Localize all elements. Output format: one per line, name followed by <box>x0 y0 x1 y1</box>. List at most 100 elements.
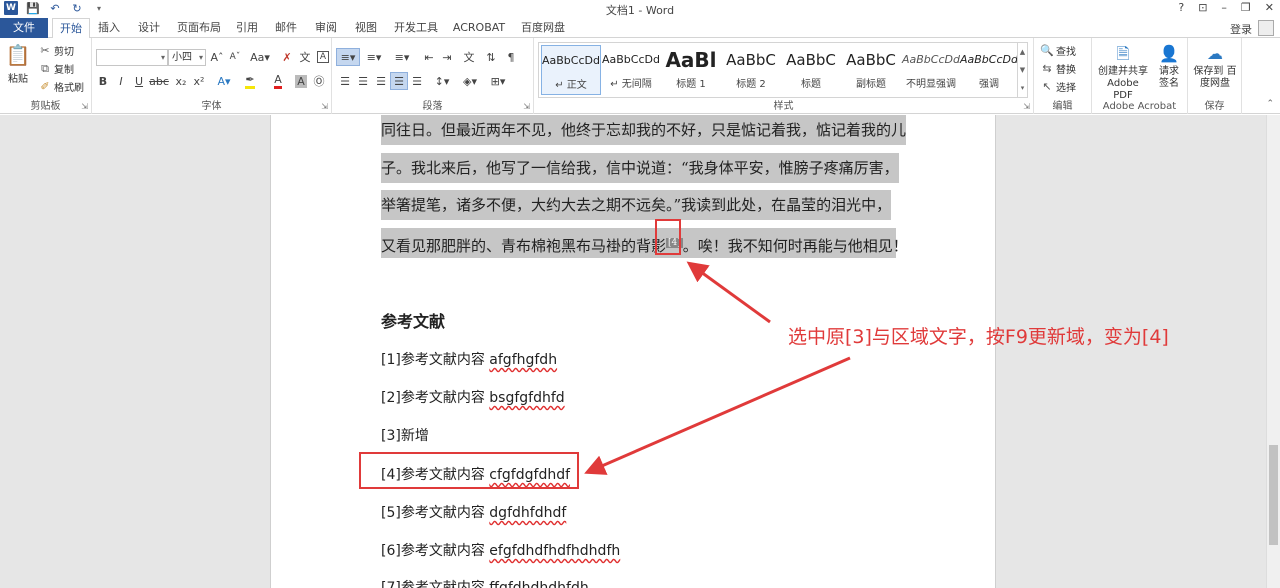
scrollbar-thumb[interactable] <box>1269 445 1278 545</box>
tab-file[interactable]: 文件 <box>0 18 48 38</box>
dialog-launcher-icon[interactable]: ⇲ <box>321 102 328 111</box>
vertical-scrollbar[interactable] <box>1266 115 1280 588</box>
grow-font-button[interactable]: Aˆ <box>208 48 226 66</box>
paragraph-line[interactable]: 子。我北来后，他写了一信给我，信中说道：“我身体平安，惟膀子疼痛厉害， <box>381 153 899 183</box>
format-painter-label: 格式刷 <box>54 83 84 94</box>
font-name-combo[interactable]: ▾ <box>96 49 168 66</box>
style-no-spacing[interactable]: AaBbCcDd ↵ 无间隔 <box>601 45 661 95</box>
tab-references[interactable]: 引用 <box>234 18 260 38</box>
multilevel-button[interactable]: ≡▾ <box>390 48 414 66</box>
decrease-indent-button[interactable]: ⇤ <box>420 48 438 66</box>
ribbon-display-button[interactable]: ⊡ <box>1198 1 1207 14</box>
align-left-button[interactable]: ☰ <box>336 72 354 90</box>
chinese-layout-button[interactable]: 文 <box>460 48 478 66</box>
tab-insert[interactable]: 插入 <box>94 18 124 38</box>
reference-item[interactable]: [2]参考文献内容 bsgfgfdhfd <box>381 387 565 407</box>
italic-button[interactable]: I <box>112 72 130 90</box>
close-button[interactable]: ✕ <box>1265 1 1274 14</box>
line-spacing-button[interactable]: ↕▾ <box>430 72 454 90</box>
char-shading-button[interactable]: A <box>292 72 310 90</box>
underline-button[interactable]: U <box>130 72 148 90</box>
collapse-ribbon-icon[interactable]: ⌃ <box>1266 99 1274 109</box>
bullets-button[interactable]: ≡▾ <box>336 48 360 66</box>
paste-button[interactable]: 📋 粘贴 <box>6 42 31 85</box>
reference-item[interactable]: [5]参考文献内容 dgfdhfdhdf <box>381 502 566 522</box>
paragraph-line-with-field[interactable]: 又看见那肥胖的、青布棉袍黑布马褂的背影 [4] 。唉！我不知何时再能与他相见！ <box>381 228 908 258</box>
more-icon[interactable]: ▾ <box>1018 79 1027 97</box>
tab-design[interactable]: 设计 <box>134 18 164 38</box>
tab-review[interactable]: 审阅 <box>312 18 340 38</box>
paragraph-line[interactable]: 同往日。但最近两年不见，他终于忘却我的不好，只是惦记着我，惦记着我的儿 <box>381 115 907 145</box>
cloud-icon: ☁ <box>1207 44 1223 63</box>
align-center-button[interactable]: ☰ <box>354 72 372 90</box>
paragraph-line[interactable]: 举箸提笔，诸多不便，大约大去之期不远矣。”我读到此处，在晶莹的泪光中， <box>381 190 892 220</box>
text-effects-button[interactable]: A▾ <box>212 72 236 90</box>
style-emphasis[interactable]: AaBbCcDd 强调 <box>959 45 1019 95</box>
style-subtitle[interactable]: AaBbC 副标题 <box>841 45 901 95</box>
style-title[interactable]: AaBbC 标题 <box>781 45 841 95</box>
minimize-button[interactable]: – <box>1221 1 1227 14</box>
bold-button[interactable]: B <box>94 72 112 90</box>
align-right-button[interactable]: ☰ <box>372 72 390 90</box>
superscript-button[interactable]: x² <box>190 72 208 90</box>
tab-developer[interactable]: 开发工具 <box>392 18 440 38</box>
reference-item[interactable]: [3]新增 <box>381 425 429 445</box>
restore-button[interactable]: ❐ <box>1241 1 1251 14</box>
find-button[interactable]: 🔍 查找 <box>1040 43 1076 58</box>
increase-indent-button[interactable]: ⇥ <box>438 48 456 66</box>
style-normal[interactable]: AaBbCcDd ↵ 正文 <box>541 45 601 95</box>
enclose-char-button[interactable]: Ⓞ <box>310 72 328 90</box>
tab-baidu[interactable]: 百度网盘 <box>518 18 568 38</box>
distributed-button[interactable]: ☰ <box>408 72 426 90</box>
clear-format-button[interactable]: ✗ <box>278 48 296 66</box>
style-heading-1[interactable]: AaBl 标题 1 <box>661 45 721 95</box>
borders-button[interactable]: ⊞▾ <box>486 72 510 90</box>
dialog-launcher-icon[interactable]: ⇲ <box>1023 102 1030 111</box>
create-pdf-button[interactable]: 🗎 创建并共享 Adobe PDF <box>1096 44 1150 102</box>
tab-acrobat[interactable]: ACROBAT <box>450 18 508 38</box>
styles-scroll[interactable]: ▲ ▼ ▾ <box>1017 43 1027 97</box>
phonetic-button[interactable]: 文 <box>296 48 314 66</box>
reference-item[interactable]: [6]参考文献内容 efgfdhdfhdfhdhdfh <box>381 540 620 560</box>
help-button[interactable]: ? <box>1178 1 1184 14</box>
tab-mailings[interactable]: 邮件 <box>272 18 300 38</box>
chinese-layout-icon: 文 <box>463 51 475 64</box>
dialog-launcher-icon[interactable]: ⇲ <box>81 102 88 111</box>
login-link[interactable]: 登录 <box>1230 21 1252 37</box>
show-marks-button[interactable]: ¶ <box>502 48 520 66</box>
subscript-button[interactable]: x₂ <box>172 72 190 90</box>
avatar[interactable] <box>1258 20 1274 36</box>
tab-home[interactable]: 开始 <box>52 18 90 39</box>
document-page[interactable]: 同往日。但最近两年不见，他终于忘却我的不好，只是惦记着我，惦记着我的儿 子。我北… <box>270 115 996 588</box>
justify-button[interactable]: ☰ <box>390 72 408 90</box>
shading-button[interactable]: ◈▾ <box>458 72 482 90</box>
copy-button[interactable]: ⧉ 复制 <box>38 61 74 77</box>
tab-layout[interactable]: 页面布局 <box>174 18 224 38</box>
shrink-font-button[interactable]: Aˇ <box>226 48 244 66</box>
chevron-up-icon[interactable]: ▲ <box>1018 43 1027 61</box>
tab-view[interactable]: 视图 <box>352 18 380 38</box>
format-painter-button[interactable]: ✐ 格式刷 <box>38 79 84 94</box>
highlight-button[interactable]: ✒ <box>238 72 262 90</box>
ref-text: 参考文献内容 <box>400 543 490 559</box>
ref-text: 参考文献内容 <box>400 580 490 588</box>
save-baidu-button[interactable]: ☁ 保存到 百度网盘 <box>1190 44 1240 90</box>
font-color-button[interactable]: A <box>266 72 290 90</box>
select-button[interactable]: ↖ 选择 <box>1040 79 1076 94</box>
cut-button[interactable]: ✂ 剪切 <box>38 43 74 58</box>
request-sign-button[interactable]: 👤 请求 签名 <box>1154 44 1184 90</box>
change-case-button[interactable]: Aa▾ <box>248 48 272 66</box>
style-heading-2[interactable]: AaBbC 标题 2 <box>721 45 781 95</box>
numbering-button[interactable]: ≡▾ <box>362 48 386 66</box>
reference-item[interactable]: [7]参考文献内容 ffgfdhdhdhfdh <box>381 577 589 588</box>
chevron-down-icon[interactable]: ▼ <box>1018 61 1027 79</box>
strikethrough-button[interactable]: abc <box>149 72 169 90</box>
replace-button[interactable]: ⇆ 替换 <box>1040 61 1076 76</box>
sort-button[interactable]: ⇅ <box>482 48 500 66</box>
reference-item[interactable]: [1]参考文献内容 afgfhgfdh <box>381 349 557 369</box>
style-subtle-emphasis[interactable]: AaBbCcDd 不明显强调 <box>901 45 961 95</box>
dialog-launcher-icon[interactable]: ⇲ <box>523 102 530 111</box>
font-size-combo[interactable]: 小四 ▾ <box>168 49 206 66</box>
char-border-button[interactable]: A <box>314 48 332 66</box>
ref-code: ffgfdhdhdhfdh <box>489 580 589 588</box>
